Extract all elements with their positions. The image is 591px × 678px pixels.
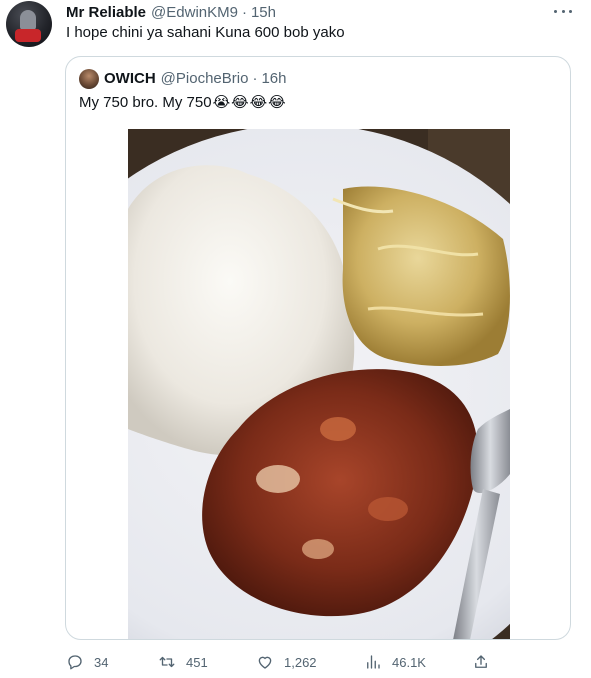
views-button[interactable]: 46.1K	[364, 650, 426, 674]
quoted-author-handle[interactable]: @PiocheBrio	[161, 70, 249, 87]
quoted-tweet-header: OWICH @PiocheBrio · 16h	[104, 68, 286, 88]
views-bar-chart-icon	[367, 655, 380, 669]
retweet-icon	[159, 656, 175, 668]
quoted-tweet-text-row: My 750 bro. My 750 😭 😂 😂 😂	[79, 93, 286, 111]
laughing-emoji: 😂	[249, 93, 268, 111]
retweet-count: 451	[186, 654, 208, 670]
author-avatar[interactable]	[6, 1, 52, 47]
quoted-tweet-timestamp[interactable]: 16h	[261, 70, 286, 87]
share-button[interactable]	[472, 650, 500, 674]
reply-button[interactable]: 34	[66, 650, 108, 674]
food-photo[interactable]	[128, 129, 510, 639]
laughing-emoji: 😂	[231, 93, 249, 111]
avatar-figure	[20, 10, 36, 30]
author-handle[interactable]: @EdwinKM9	[151, 4, 238, 21]
retweet-button[interactable]: 451	[158, 650, 208, 674]
like-button[interactable]: 1,262	[256, 650, 317, 674]
author-name[interactable]: Mr Reliable	[66, 4, 146, 21]
more-horizontal-icon[interactable]	[552, 3, 574, 19]
tweet-timestamp[interactable]: 15h	[251, 4, 276, 21]
like-count: 1,262	[284, 654, 317, 670]
tweet-text: I hope chini ya sahani Kuna 600 bob yako	[66, 24, 345, 41]
quoted-tweet-text: My 750 bro. My 750	[79, 93, 212, 111]
quoted-tweet-card[interactable]: OWICH @PiocheBrio · 16h My 750 bro. My 7…	[65, 56, 571, 640]
tweet-action-bar: 34 451 1,262 46.1K	[0, 650, 591, 674]
laughing-emoji: 😂	[268, 93, 286, 111]
heart-icon	[258, 656, 272, 669]
quoted-author-name[interactable]: OWICH	[104, 70, 156, 87]
share-icon	[475, 655, 487, 668]
avatar-accent	[15, 29, 41, 42]
reply-count: 34	[94, 654, 109, 670]
views-count: 46.1K	[392, 654, 426, 670]
separator-dot: ·	[241, 3, 247, 21]
tweet-header: Mr Reliable @EdwinKM9 · 15h	[66, 3, 276, 21]
reply-icon	[68, 655, 82, 670]
quoted-author-avatar[interactable]	[79, 69, 99, 89]
quoted-separator-dot: ·	[252, 69, 258, 87]
crying-emoji: 😭	[212, 93, 231, 111]
